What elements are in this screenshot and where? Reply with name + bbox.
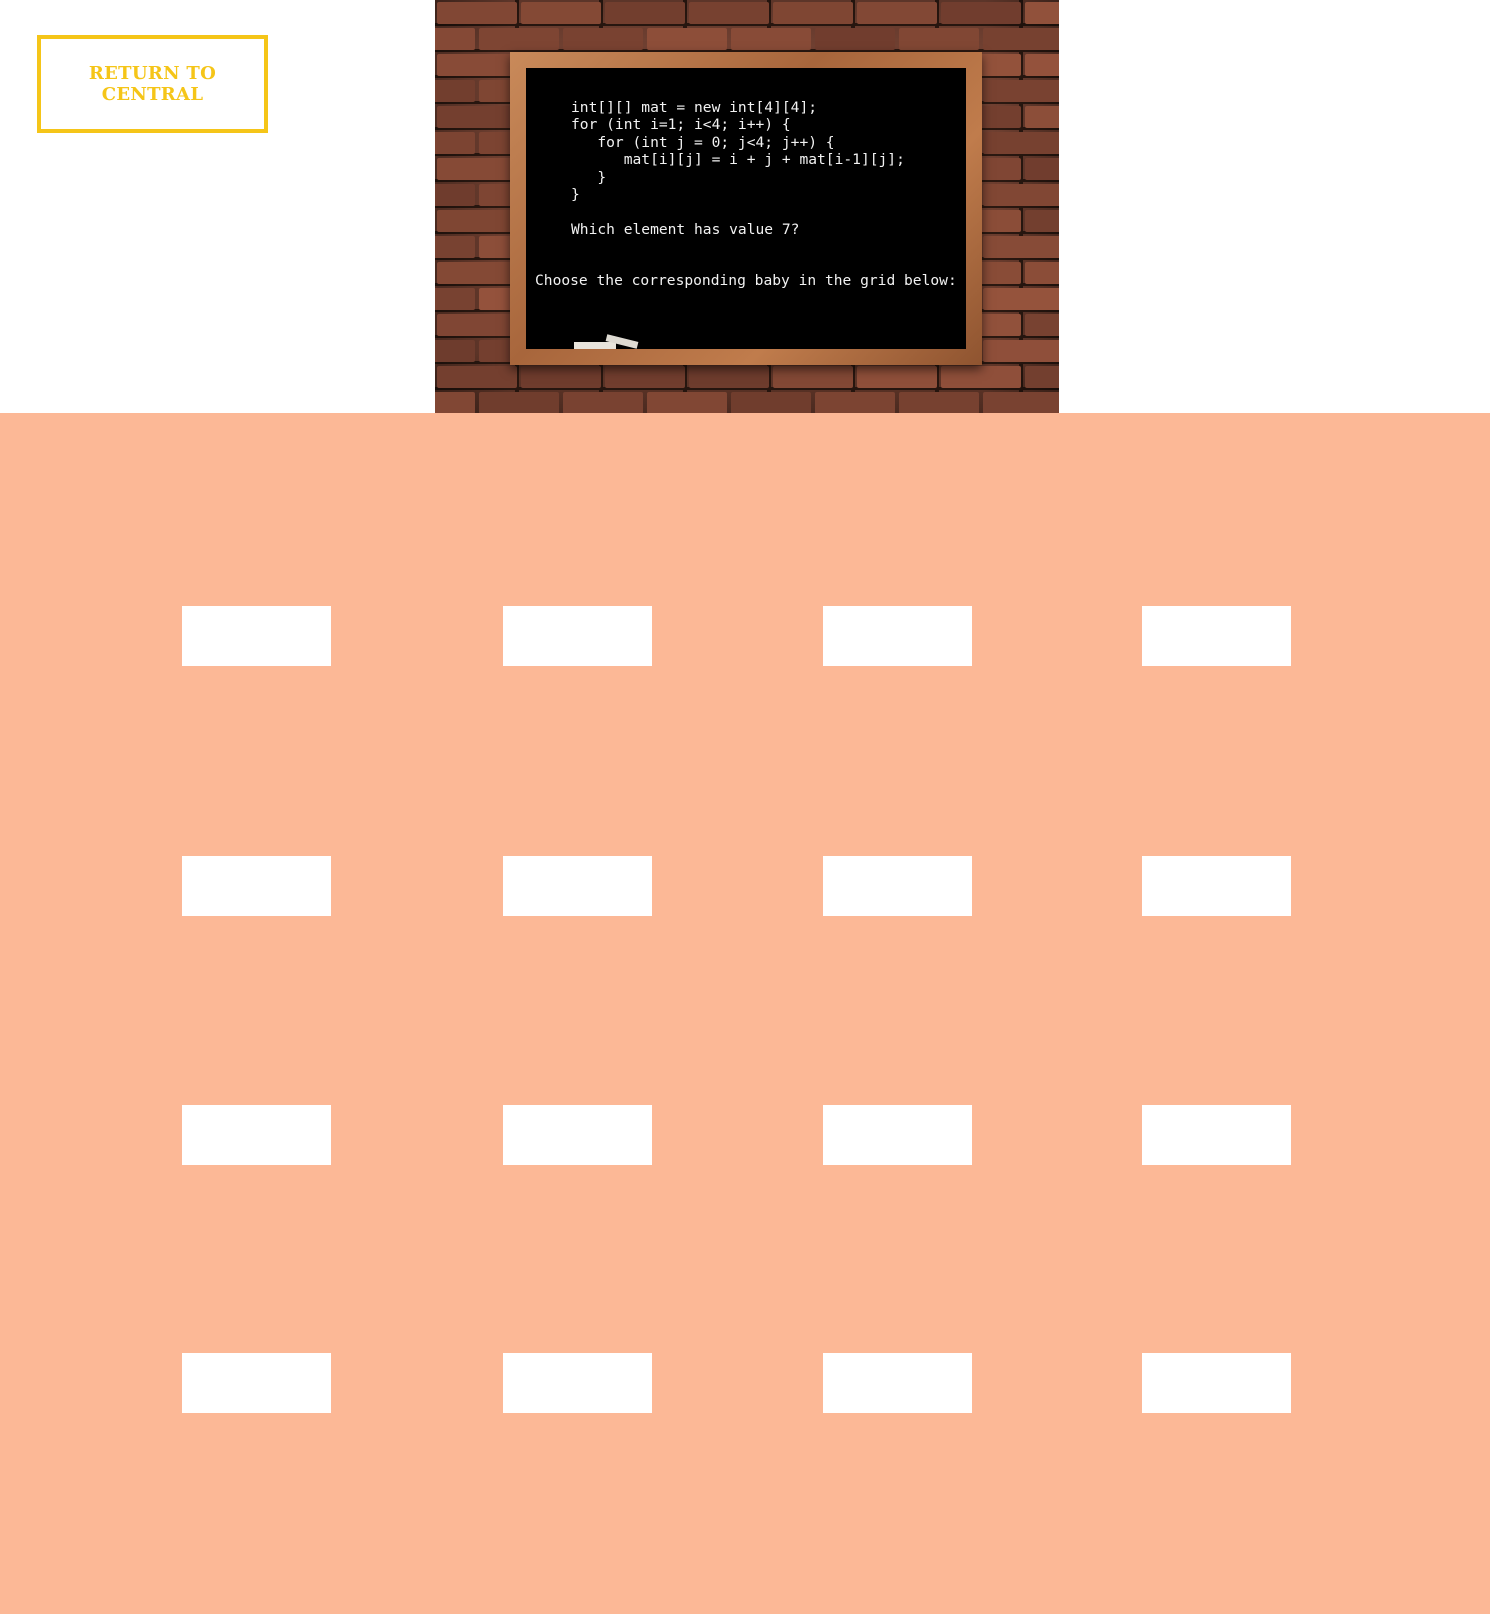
brick xyxy=(437,106,517,128)
brick xyxy=(983,80,1059,102)
question-text: Which element has value 7? xyxy=(571,221,800,238)
brick xyxy=(435,340,475,362)
brick xyxy=(437,158,517,180)
brick xyxy=(773,366,853,388)
brick xyxy=(435,288,475,310)
brick xyxy=(563,28,643,50)
brick xyxy=(647,28,727,50)
brick xyxy=(437,54,517,76)
brick xyxy=(605,366,685,388)
grid-cell-0-1[interactable] xyxy=(503,606,652,666)
brick xyxy=(479,392,559,413)
brick xyxy=(941,2,1021,24)
brick xyxy=(773,2,853,24)
grid-cell-0-2[interactable] xyxy=(823,606,972,666)
brick xyxy=(435,184,475,206)
grid-cell-3-1[interactable] xyxy=(503,1353,652,1413)
grid-cell-1-3[interactable] xyxy=(1142,856,1291,916)
grid-cell-1-2[interactable] xyxy=(823,856,972,916)
grid-cell-0-3[interactable] xyxy=(1142,606,1291,666)
brick xyxy=(437,366,517,388)
brick xyxy=(689,2,769,24)
brick xyxy=(983,340,1059,362)
game-screen: RETURN TO CENTRAL int[][] mat = new int[… xyxy=(0,0,1490,1614)
brick xyxy=(521,2,601,24)
brick xyxy=(435,80,475,102)
brick xyxy=(437,262,517,284)
instruction-text: Choose the corresponding baby in the gri… xyxy=(535,272,957,289)
brick xyxy=(1025,54,1059,76)
brick xyxy=(1025,314,1059,336)
grid-cell-0-0[interactable] xyxy=(182,606,331,666)
chalk-piece xyxy=(574,342,616,349)
brick xyxy=(1025,262,1059,284)
brick xyxy=(435,236,475,258)
brick xyxy=(983,288,1059,310)
brick xyxy=(1025,158,1059,180)
brick xyxy=(1025,106,1059,128)
brick xyxy=(731,28,811,50)
brick xyxy=(815,392,895,413)
baby-grid xyxy=(0,413,1490,1614)
brick xyxy=(605,2,685,24)
brick xyxy=(983,28,1059,50)
grid-cell-2-2[interactable] xyxy=(823,1105,972,1165)
brick xyxy=(815,28,895,50)
brick xyxy=(731,392,811,413)
brick xyxy=(435,28,475,50)
brick xyxy=(1025,366,1059,388)
brick xyxy=(983,236,1059,258)
brick xyxy=(983,132,1059,154)
grid-cell-2-0[interactable] xyxy=(182,1105,331,1165)
grid-cell-3-3[interactable] xyxy=(1142,1353,1291,1413)
grid-cell-1-0[interactable] xyxy=(182,856,331,916)
brick xyxy=(899,28,979,50)
return-to-central-button[interactable]: RETURN TO CENTRAL xyxy=(37,35,268,133)
brick xyxy=(437,2,517,24)
brick xyxy=(857,366,937,388)
code-snippet: int[][] mat = new int[4][4]; for (int i=… xyxy=(571,99,905,204)
grid-cell-1-1[interactable] xyxy=(503,856,652,916)
brick xyxy=(983,392,1059,413)
brick xyxy=(857,2,937,24)
brick xyxy=(689,366,769,388)
grid-cell-3-0[interactable] xyxy=(182,1353,331,1413)
grid-cell-2-3[interactable] xyxy=(1142,1105,1291,1165)
grid-cell-3-2[interactable] xyxy=(823,1353,972,1413)
brick xyxy=(435,392,475,413)
brick xyxy=(437,314,517,336)
brick xyxy=(437,210,517,232)
brick xyxy=(899,392,979,413)
brick xyxy=(941,366,1021,388)
brick xyxy=(435,132,475,154)
brick xyxy=(1025,2,1059,24)
return-button-label: RETURN TO CENTRAL xyxy=(88,63,217,105)
grid-cell-2-1[interactable] xyxy=(503,1105,652,1165)
brick xyxy=(479,28,559,50)
brick xyxy=(521,366,601,388)
brick xyxy=(647,392,727,413)
brick xyxy=(1025,210,1059,232)
brick xyxy=(563,392,643,413)
brick xyxy=(983,184,1059,206)
